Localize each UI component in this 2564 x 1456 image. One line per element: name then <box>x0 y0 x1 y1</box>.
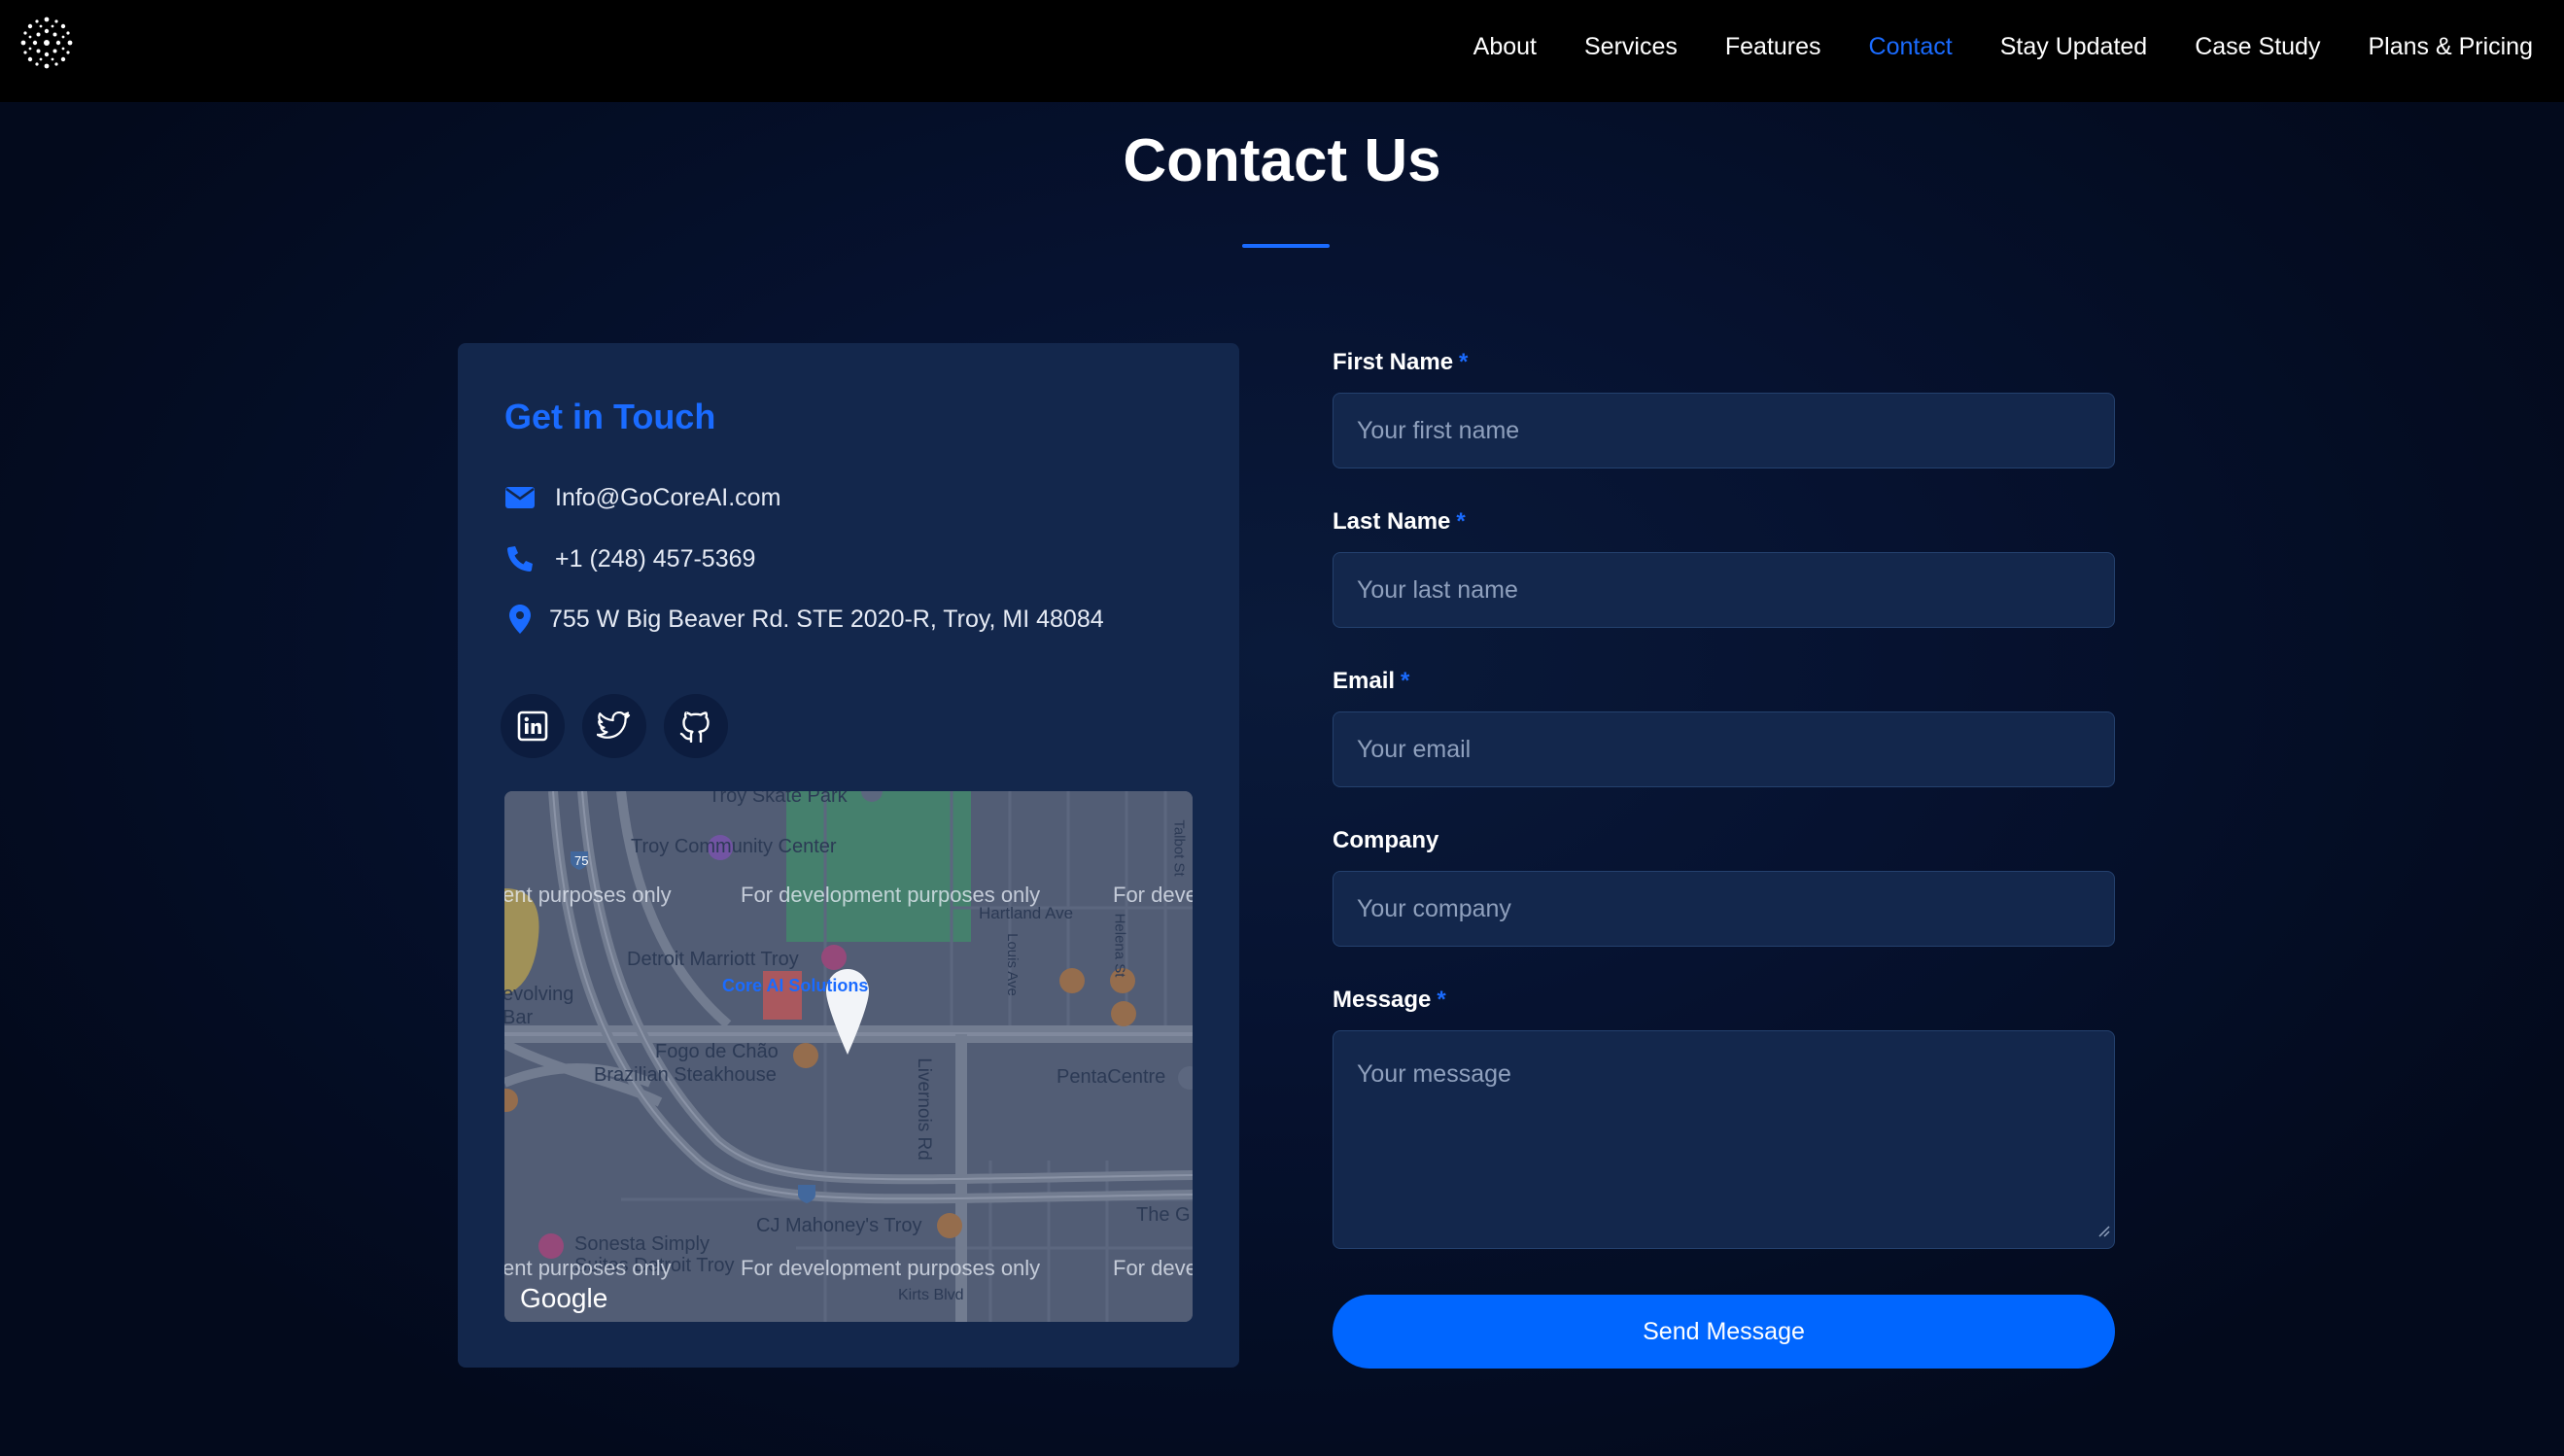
map-highway-75: 75 <box>574 853 589 868</box>
nav-link-plans-pricing[interactable]: Plans & Pricing <box>2368 33 2533 61</box>
map-watermark-left-top: ent purposes only <box>504 883 672 907</box>
last-name-label-text: Last Name <box>1333 508 1451 535</box>
map-place-the-g: The G <box>1136 1204 1191 1226</box>
contact-phone-row: +1 (248) 457-5369 <box>504 543 755 574</box>
map-street-kirts: Kirts Blvd <box>898 1287 964 1303</box>
nav-links: About Services Features Contact Stay Upd… <box>1426 0 2533 93</box>
contact-phone[interactable]: +1 (248) 457-5369 <box>555 545 755 573</box>
message-textarea[interactable]: Your message <box>1333 1030 2115 1249</box>
company-placeholder: Your company <box>1357 894 1511 922</box>
map-place-skate-park: Troy Skate Park <box>709 791 848 807</box>
first-name-placeholder: Your first name <box>1357 416 1520 444</box>
send-message-button[interactable]: Send Message <box>1333 1295 2115 1369</box>
map-street-livernois: Livernois Rd <box>913 1057 934 1161</box>
nav-link-stay-updated[interactable]: Stay Updated <box>2000 33 2148 61</box>
map-pin-icon <box>504 604 536 635</box>
github-icon[interactable] <box>664 694 728 758</box>
map-street-louis: Louis Ave <box>1003 933 1021 996</box>
last-name-label: Last Name * <box>1333 508 1466 536</box>
card-heading: Get in Touch <box>504 397 716 436</box>
required-marker: * <box>1401 668 1410 694</box>
company-input[interactable]: Your company <box>1333 871 2115 947</box>
map-watermark-right-bottom: For deve <box>1113 1256 1193 1280</box>
email-input[interactable]: Your email <box>1333 711 2115 787</box>
required-marker: * <box>1437 987 1446 1013</box>
social-links <box>501 694 745 758</box>
contact-email-row: Info@GoCoreAI.com <box>504 482 780 513</box>
title-underline <box>1242 244 1330 248</box>
map-street-talbot: Talbot St <box>1170 819 1188 877</box>
linkedin-icon[interactable] <box>501 694 565 758</box>
map-place-fogo-2: Brazilian Steakhouse <box>594 1064 777 1086</box>
nav-link-contact[interactable]: Contact <box>1869 33 1953 61</box>
last-name-input[interactable]: Your last name <box>1333 552 2115 628</box>
contact-email[interactable]: Info@GoCoreAI.com <box>555 484 780 512</box>
phone-icon <box>504 543 536 574</box>
map-place-mahoneys: CJ Mahoney's Troy <box>756 1215 922 1236</box>
map-watermark-center-bottom: For development purposes only <box>741 1256 1041 1280</box>
resize-grip-icon[interactable] <box>2096 1216 2110 1244</box>
map-watermark-right-top: For deve <box>1113 883 1193 907</box>
nav-link-about[interactable]: About <box>1473 33 1537 61</box>
map-place-revolving-2: Bar <box>504 1007 534 1028</box>
last-name-placeholder: Your last name <box>1357 575 1518 604</box>
first-name-label-text: First Name <box>1333 349 1454 375</box>
first-name-input[interactable]: Your first name <box>1333 393 2115 468</box>
email-placeholder: Your email <box>1357 735 1472 763</box>
map-place-sonesta-1: Sonesta Simply <box>574 1233 710 1255</box>
nav-link-services[interactable]: Services <box>1584 33 1678 61</box>
company-label-text: Company <box>1333 827 1439 853</box>
dotted-burst-logo-icon[interactable] <box>16 12 78 74</box>
top-navbar: About Services Features Contact Stay Upd… <box>0 0 2564 102</box>
message-label-text: Message <box>1333 987 1432 1013</box>
contact-address-row: 755 W Big Beaver Rd. STE 2020-R, Troy, M… <box>504 604 1104 635</box>
message-label: Message * <box>1333 987 1446 1014</box>
map-place-pentacentre: PentaCentre <box>1057 1066 1166 1088</box>
email-label-text: Email <box>1333 668 1396 694</box>
required-marker: * <box>1459 349 1469 375</box>
envelope-icon <box>504 482 536 513</box>
map-place-fogo-1: Fogo de Chão <box>655 1041 779 1062</box>
first-name-label: First Name * <box>1333 349 1468 376</box>
email-label: Email * <box>1333 668 1409 695</box>
twitter-icon[interactable] <box>582 694 646 758</box>
message-placeholder: Your message <box>1357 1060 1511 1088</box>
map-watermark-left-bottom: ent purposes only <box>504 1256 672 1280</box>
map-place-community-center: Troy Community Center <box>631 836 837 857</box>
required-marker: * <box>1456 508 1466 535</box>
map-street-helena: Helena St <box>1111 913 1128 978</box>
map-place-marriott: Detroit Marriott Troy <box>627 949 799 970</box>
nav-link-case-study[interactable]: Case Study <box>2195 33 2320 61</box>
page-title: Contact Us <box>1123 127 1441 194</box>
map-pin-label[interactable]: Core AI Solutions <box>722 976 868 996</box>
location-map[interactable]: Troy Skate Park Troy Community Center De… <box>504 791 1193 1322</box>
nav-link-features[interactable]: Features <box>1725 33 1821 61</box>
contact-info-card: Get in Touch Info@GoCoreAI.com +1 (248) … <box>458 343 1239 1368</box>
company-label: Company <box>1333 827 1438 854</box>
contact-address: 755 W Big Beaver Rd. STE 2020-R, Troy, M… <box>549 605 1104 633</box>
google-logo[interactable]: Google <box>520 1283 607 1314</box>
map-watermark-center-top: For development purposes only <box>741 883 1041 907</box>
map-place-revolving-1: evolving <box>504 984 574 1005</box>
